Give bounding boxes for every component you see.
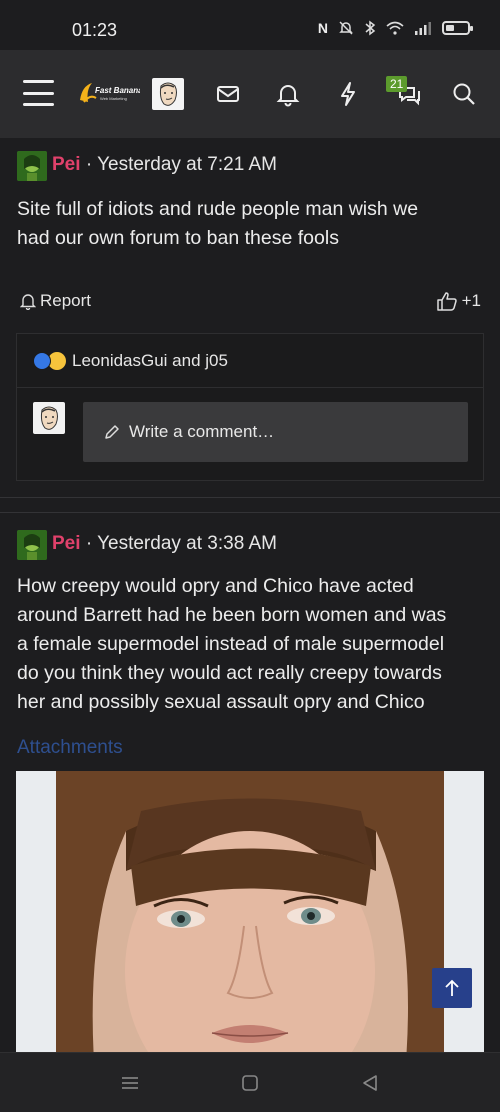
post-line: do you think they would act really creep… xyxy=(17,662,442,684)
recent-apps-icon[interactable] xyxy=(120,1073,140,1093)
system-nav-bar xyxy=(0,1052,500,1112)
reactions-summary[interactable]: LeonidasGui and j05 xyxy=(17,334,483,388)
thread-content: Pei · Yesterday at 7:21 AM Site full of … xyxy=(0,138,500,1052)
status-bar: 01:23 N xyxy=(0,0,500,50)
site-header: Fast Banana Web Marketing 21 xyxy=(0,50,500,138)
post-divider xyxy=(0,497,500,498)
site-logo[interactable]: Fast Banana Web Marketing xyxy=(78,80,140,106)
post-username[interactable]: Pei xyxy=(52,154,81,175)
post-line: around Barrett had he been born women an… xyxy=(17,604,447,626)
comment-row: Write a comment… xyxy=(17,388,483,480)
bluetooth-icon xyxy=(365,20,376,36)
mute-icon xyxy=(339,21,353,35)
commenter-avatar xyxy=(33,402,65,434)
attachments-link[interactable]: Attachments xyxy=(17,737,123,759)
like-reaction-icon xyxy=(33,351,51,370)
status-time: 01:23 xyxy=(72,20,118,40)
post-username[interactable]: Pei xyxy=(52,533,81,554)
post-line: Site full of idiots and rude people man … xyxy=(17,198,419,220)
attachment-image[interactable] xyxy=(16,771,484,1052)
post-body: Site full of idiots and rude people man … xyxy=(17,195,418,253)
status-icons: N xyxy=(317,20,473,36)
logo-subtext: Web Marketing xyxy=(100,96,127,101)
arrow-up-icon xyxy=(445,979,459,996)
user-avatar[interactable] xyxy=(152,78,184,110)
post-meta: Pei · Yesterday at 7:21 AM xyxy=(52,154,277,176)
battery-icon xyxy=(442,21,473,35)
write-comment-button[interactable]: Write a comment… xyxy=(83,402,468,462)
post-meta: Pei · Yesterday at 3:38 AM xyxy=(52,533,277,555)
bell-outline-icon xyxy=(20,294,36,310)
post-timestamp[interactable]: Yesterday at 7:21 AM xyxy=(97,154,277,175)
scroll-to-top-button[interactable] xyxy=(432,968,472,1008)
search-icon[interactable] xyxy=(450,80,478,108)
post-line: had our own forum to ban these fools xyxy=(17,227,339,249)
like-count: +1 xyxy=(461,291,481,310)
post-timestamp[interactable]: Yesterday at 3:38 AM xyxy=(97,533,277,554)
menu-icon[interactable] xyxy=(23,80,54,106)
write-comment-placeholder: Write a comment… xyxy=(129,422,275,441)
post-author-avatar[interactable] xyxy=(17,530,47,560)
back-icon[interactable] xyxy=(360,1073,380,1093)
report-button[interactable]: Report xyxy=(20,291,91,311)
post-line: a female supermodel instead of male supe… xyxy=(17,633,445,655)
like-button[interactable]: +1 xyxy=(436,291,481,311)
post-body: How creepy would opry and Chico have act… xyxy=(17,572,446,717)
logo-text: Fast Banana xyxy=(95,86,140,95)
bell-icon[interactable] xyxy=(274,80,302,108)
home-icon[interactable] xyxy=(240,1073,260,1093)
wifi-icon xyxy=(386,21,404,35)
post-line: her and possibly sexual assault opry and… xyxy=(17,691,425,713)
post-line: How creepy would opry and Chico have act… xyxy=(17,575,414,597)
nfc-icon: N xyxy=(317,20,328,36)
meta-separator: · xyxy=(85,154,93,175)
post-divider xyxy=(0,512,500,513)
comments-box: LeonidasGui and j05 Write a comment… xyxy=(16,333,484,481)
lightning-icon[interactable] xyxy=(334,80,362,108)
post-author-avatar[interactable] xyxy=(17,151,47,181)
thumbs-up-icon xyxy=(436,292,457,311)
pencil-icon xyxy=(105,425,119,439)
reaction-names[interactable]: LeonidasGui and j05 xyxy=(72,351,228,371)
cell-signal-icon xyxy=(415,22,431,35)
inbox-icon[interactable] xyxy=(214,80,242,108)
notification-badge: 21 xyxy=(386,76,408,92)
report-label: Report xyxy=(40,291,92,310)
meta-separator: · xyxy=(85,533,93,554)
